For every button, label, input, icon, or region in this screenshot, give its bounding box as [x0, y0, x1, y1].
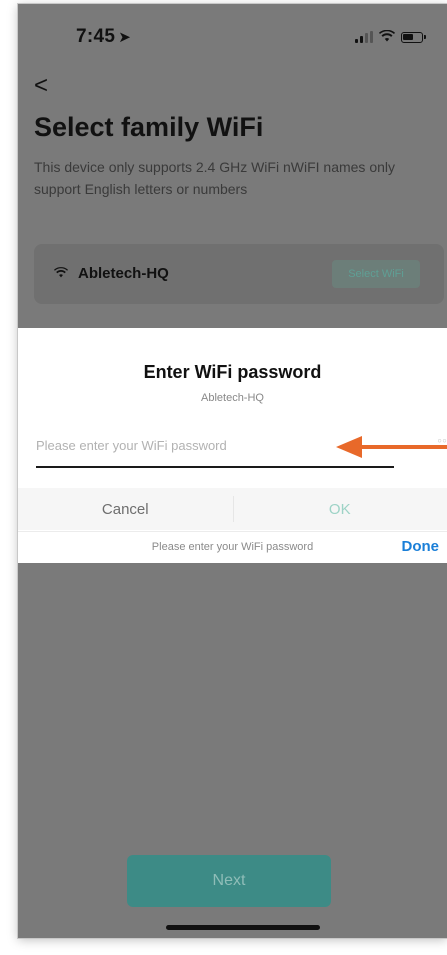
wifi-icon	[54, 265, 68, 281]
status-icons	[355, 29, 426, 45]
location-arrow-icon: ➤	[118, 29, 132, 46]
next-button[interactable]: Next	[127, 855, 331, 907]
wifi-network-card: Abletech-HQ Select WiFi	[34, 244, 444, 304]
password-dialog: Enter WiFi password Abletech-HQ ◦◦ Cance…	[18, 328, 447, 564]
signal-icon	[355, 31, 373, 43]
home-indicator	[166, 925, 320, 930]
done-button[interactable]: Done	[402, 538, 440, 555]
dialog-subtitle: Abletech-HQ	[201, 392, 264, 404]
wifi-network-name: Abletech-HQ	[78, 265, 169, 282]
keyboard-accessory-bar: Please enter your WiFi password Done	[18, 531, 447, 564]
status-bar: 7:45 ➤	[18, 4, 447, 62]
wifi-status-icon	[379, 29, 395, 45]
page-title: Select family WiFi	[34, 112, 264, 142]
accessory-hint: Please enter your WiFi password	[151, 541, 314, 553]
back-chevron-icon[interactable]: <	[34, 72, 48, 100]
dialog-button-row: Cancel OK	[18, 488, 447, 530]
password-underline	[36, 466, 394, 468]
page-description: This device only supports 2.4 GHz WiFi n…	[34, 159, 396, 197]
dialog-title: Enter WiFi password	[143, 362, 322, 382]
ok-button[interactable]: OK	[233, 488, 447, 530]
cancel-button[interactable]: Cancel	[18, 488, 233, 530]
phone-screen: 7:45 ➤ < Select family WiFi This device o…	[18, 4, 447, 938]
time-text: 7:45	[76, 26, 116, 47]
status-time: 7:45 ➤	[76, 26, 131, 48]
annotation-arrow-icon	[336, 436, 447, 458]
battery-icon	[401, 31, 426, 43]
select-wifi-button[interactable]: Select WiFi	[332, 260, 420, 288]
